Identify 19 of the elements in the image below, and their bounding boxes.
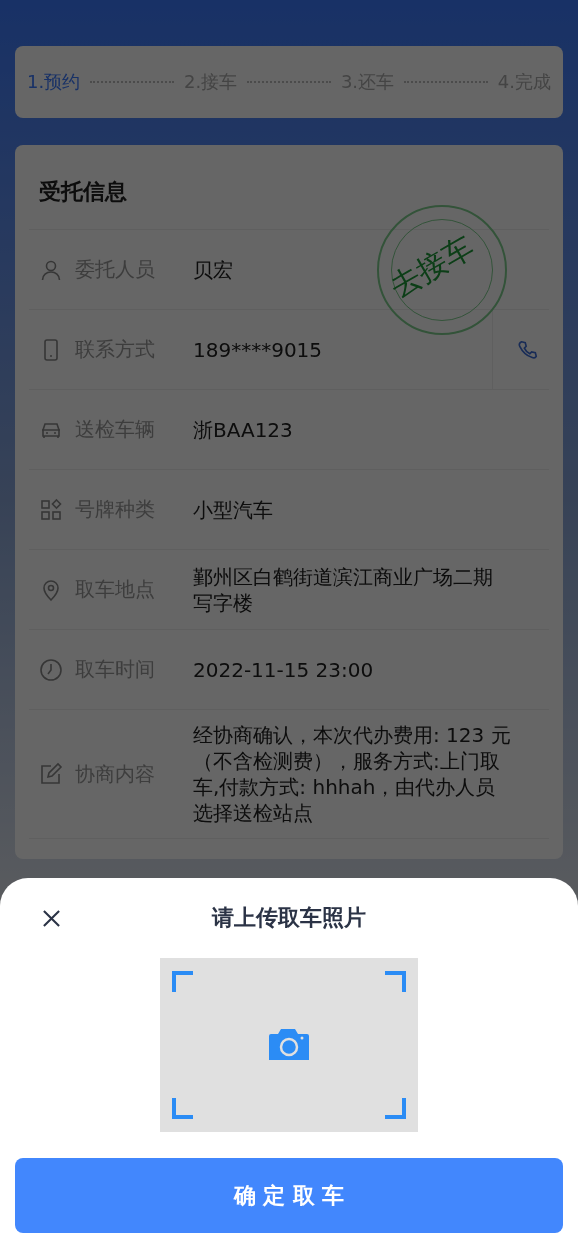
field-value: 经协商确认，本次代办费用: 123 元（不含检测费），服务方式:上门取车,付款方式: hhhah，由代办人员选择送检站点	[193, 722, 511, 826]
field-value: 小型汽车	[193, 496, 273, 523]
field-value: 贝宏	[193, 256, 233, 283]
step-label: 1.预约	[27, 70, 81, 94]
camera-icon	[269, 1028, 309, 1062]
clock-icon	[39, 657, 63, 682]
field-value: 浙BAA123	[193, 416, 293, 443]
phone-call-icon[interactable]	[517, 338, 539, 361]
field-value: 鄞州区白鹤街道滨江商业广场二期写字楼	[193, 563, 494, 616]
section-title: 受托信息	[29, 145, 549, 230]
sheet-title: 请上传取车照片	[212, 904, 366, 932]
field-value: 2022-11-15 23:00	[193, 656, 374, 683]
stamp-text: 去接车	[382, 228, 481, 307]
grid-icon	[39, 497, 63, 522]
close-icon[interactable]	[42, 909, 61, 928]
field-value: 189****9015	[193, 336, 323, 363]
edit-icon	[39, 762, 63, 786]
photo-upload-area[interactable]	[160, 958, 418, 1132]
confirm-button[interactable]: 确 定 取 车	[15, 1158, 563, 1233]
